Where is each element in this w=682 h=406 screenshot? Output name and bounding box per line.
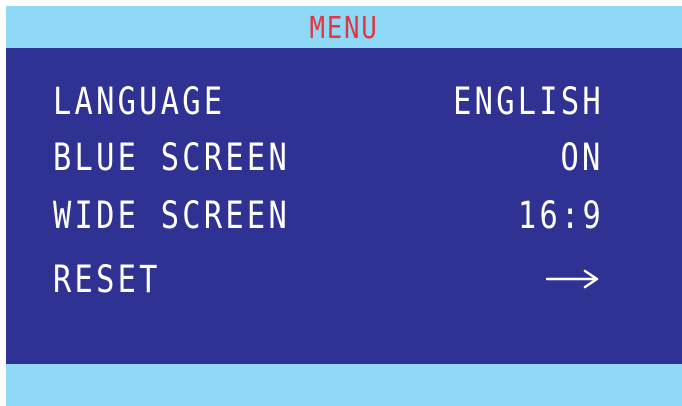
menu-item-language[interactable]: LANGUAGE ENGLISH [6, 80, 682, 124]
blue-screen-value[interactable]: ON [561, 136, 604, 180]
reset-label: RESET [53, 258, 161, 301]
wide-screen-value[interactable]: 16:9 [518, 194, 604, 238]
wide-screen-label: WIDE SCREEN [53, 194, 291, 237]
language-value[interactable]: ENGLISH [453, 80, 604, 124]
osd-menu: MENU LANGUAGE ENGLISH BLUE SCREEN ON WID… [6, 6, 682, 406]
menu-header: MENU [6, 6, 682, 48]
blue-screen-label: BLUE SCREEN [53, 136, 291, 179]
menu-title: MENU [309, 11, 379, 46]
menu-footer [6, 364, 682, 406]
language-label: LANGUAGE [53, 80, 226, 123]
right-arrow-icon[interactable] [546, 268, 600, 290]
menu-item-reset[interactable]: RESET [6, 258, 682, 302]
menu-item-blue-screen[interactable]: BLUE SCREEN ON [6, 136, 682, 180]
menu-item-wide-screen[interactable]: WIDE SCREEN 16:9 [6, 194, 682, 238]
menu-panel: LANGUAGE ENGLISH BLUE SCREEN ON WIDE SCR… [6, 48, 682, 364]
